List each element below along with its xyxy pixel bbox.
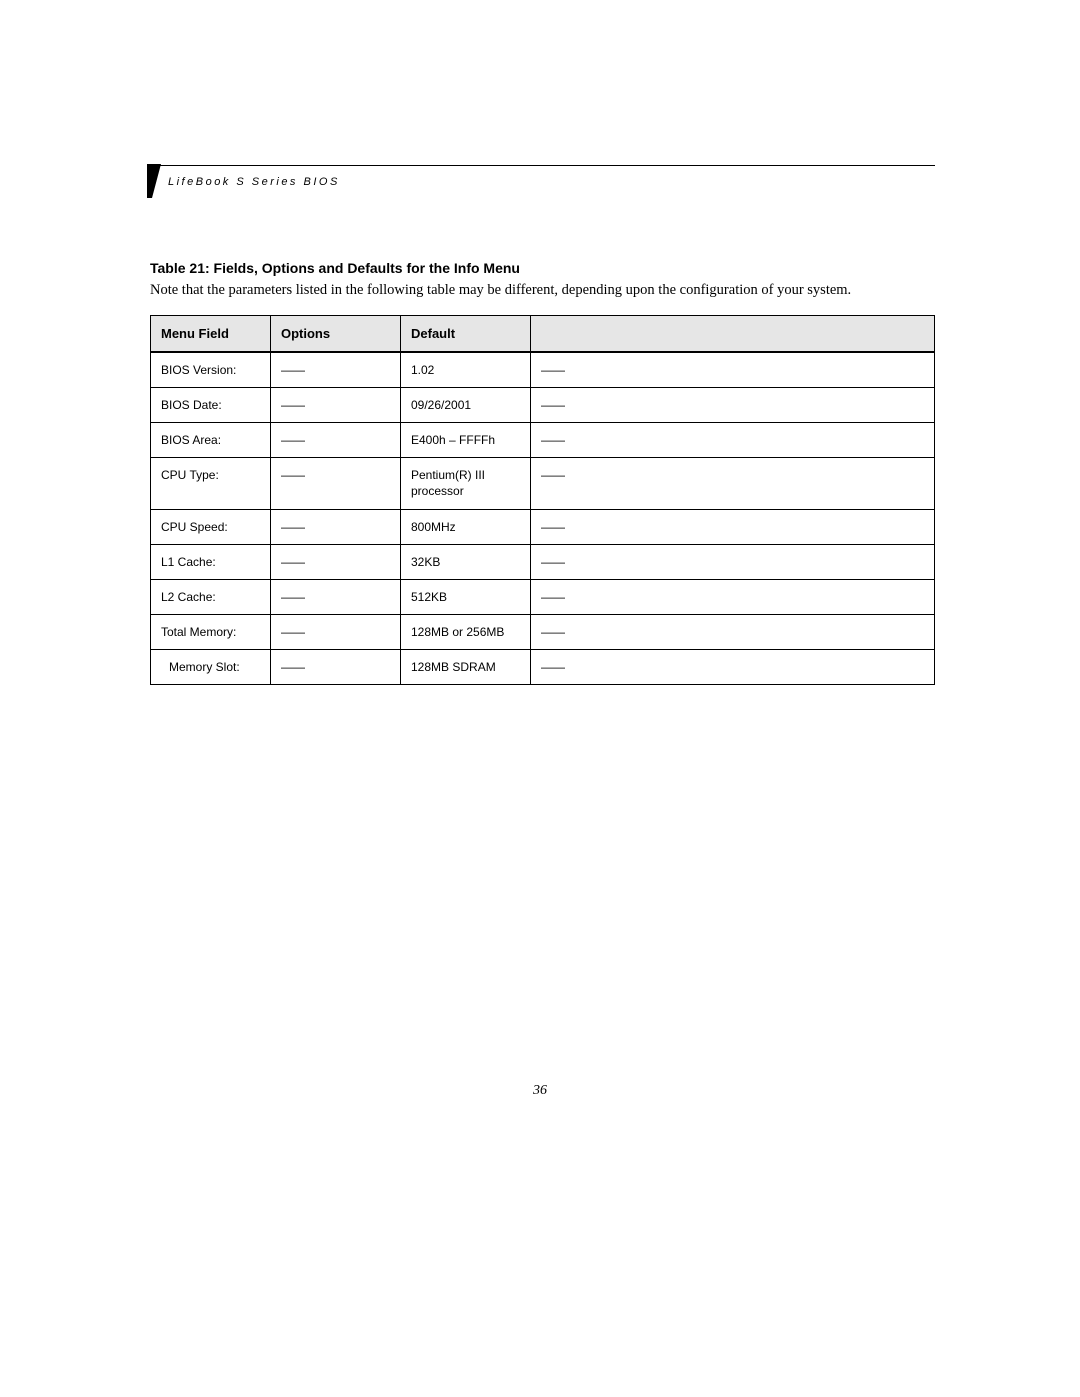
table-row: BIOS Version: —— 1.02 ——: [151, 352, 935, 388]
cell-default: 800MHz: [401, 509, 531, 544]
table-row: BIOS Date: —— 09/26/2001 ——: [151, 387, 935, 422]
cell-desc: ——: [531, 422, 935, 457]
cell-desc: ——: [531, 352, 935, 388]
col-header-options: Options: [271, 315, 401, 352]
cell-default: Pentium(R) III processor: [401, 458, 531, 509]
info-table: Menu Field Options Default BIOS Version:…: [150, 315, 935, 686]
table-title: Table 21: Fields, Options and Defaults f…: [150, 260, 935, 276]
cell-options: ——: [271, 615, 401, 650]
cell-options: ——: [271, 387, 401, 422]
col-header-menu-field: Menu Field: [151, 315, 271, 352]
cell-menu-field: L2 Cache:: [151, 579, 271, 614]
col-header-default: Default: [401, 315, 531, 352]
cell-menu-field: BIOS Version:: [151, 352, 271, 388]
cell-default: 128MB SDRAM: [401, 650, 531, 685]
cell-options: ——: [271, 422, 401, 457]
cell-menu-field: Memory Slot:: [151, 650, 271, 685]
cell-menu-field: BIOS Date:: [151, 387, 271, 422]
cell-default: E400h – FFFFh: [401, 422, 531, 457]
cell-menu-field: L1 Cache:: [151, 544, 271, 579]
cell-options: ——: [271, 650, 401, 685]
page-header: LifeBook S Series BIOS: [150, 165, 935, 190]
cell-options: ——: [271, 544, 401, 579]
cell-default: 128MB or 256MB: [401, 615, 531, 650]
cell-default: 09/26/2001: [401, 387, 531, 422]
cell-default: 1.02: [401, 352, 531, 388]
cell-options: ——: [271, 509, 401, 544]
table-row: BIOS Area: —— E400h – FFFFh ——: [151, 422, 935, 457]
cell-desc: ——: [531, 615, 935, 650]
cell-menu-field: BIOS Area:: [151, 422, 271, 457]
table-row: L1 Cache: —— 32KB ——: [151, 544, 935, 579]
cell-menu-field: CPU Speed:: [151, 509, 271, 544]
main-section: Table 21: Fields, Options and Defaults f…: [150, 260, 935, 685]
cell-options: ——: [271, 458, 401, 509]
cell-desc: ——: [531, 509, 935, 544]
cell-default: 32KB: [401, 544, 531, 579]
table-note: Note that the parameters listed in the f…: [150, 281, 935, 301]
cell-desc: ——: [531, 650, 935, 685]
table-row: CPU Type: —— Pentium(R) III processor ——: [151, 458, 935, 509]
cell-desc: ——: [531, 458, 935, 509]
table-row: Memory Slot: —— 128MB SDRAM ——: [151, 650, 935, 685]
cell-menu-field: Total Memory:: [151, 615, 271, 650]
page-content: LifeBook S Series BIOS Table 21: Fields,…: [150, 165, 935, 685]
table-row: CPU Speed: —— 800MHz ——: [151, 509, 935, 544]
cell-default: 512KB: [401, 579, 531, 614]
header-text: LifeBook S Series BIOS: [168, 176, 340, 188]
cell-menu-field: CPU Type:: [151, 458, 271, 509]
cell-desc: ——: [531, 387, 935, 422]
tab-marker-icon: [147, 164, 161, 198]
table-row: L2 Cache: —— 512KB ——: [151, 579, 935, 614]
cell-options: ——: [271, 352, 401, 388]
cell-options: ——: [271, 579, 401, 614]
table-row: Total Memory: —— 128MB or 256MB ——: [151, 615, 935, 650]
page-number: 36: [533, 1083, 547, 1099]
cell-desc: ——: [531, 544, 935, 579]
table-header-row: Menu Field Options Default: [151, 315, 935, 352]
table-body: BIOS Version: —— 1.02 —— BIOS Date: —— 0…: [151, 352, 935, 685]
col-header-blank: [531, 315, 935, 352]
cell-desc: ——: [531, 579, 935, 614]
